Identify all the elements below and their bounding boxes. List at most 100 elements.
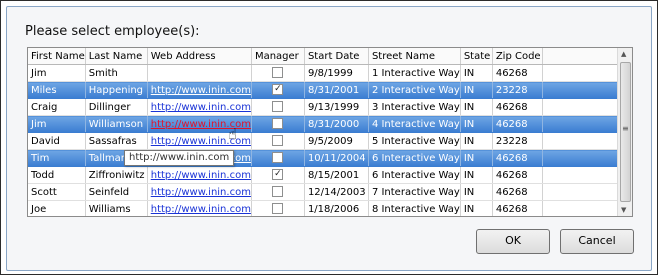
manager-checkbox[interactable] (272, 135, 284, 147)
window-frame: Please select employee(s): First Name Las… (0, 0, 658, 275)
cell-last-name: Happening (85, 81, 148, 99)
web-address-link[interactable]: http://www.inin.com (147, 98, 252, 116)
cell-last-name: Williams (85, 200, 148, 216)
manager-checkbox[interactable] (272, 67, 284, 79)
cell-filler (542, 166, 621, 184)
vertical-scrollbar[interactable]: ▲ ≡ ▼ (617, 48, 632, 216)
cell-state: IN (460, 81, 493, 99)
column-header-last-name[interactable]: Last Name (85, 48, 148, 65)
cell-first-name: Scott (28, 183, 86, 201)
cell-manager (251, 98, 305, 116)
employee-row[interactable]: David Sassafras http://www.inin.com 9/5/200… (28, 132, 621, 150)
scroll-thumb[interactable]: ≡ (620, 62, 631, 202)
manager-checkbox[interactable] (272, 152, 284, 164)
cell-start-date: 12/14/2003 (304, 183, 369, 201)
column-header-zip-code[interactable]: Zip Code (492, 48, 543, 65)
cell-state: IN (460, 183, 493, 201)
cell-manager (251, 64, 305, 82)
cell-street-name: 1 Interactive Way (368, 64, 461, 82)
cell-start-date: 9/13/1999 (304, 98, 369, 116)
column-header-first-name[interactable]: First Name (28, 48, 86, 65)
employee-row[interactable]: Scott Seinfeld http://www.inin.com 12/14/20… (28, 183, 621, 201)
cell-filler (542, 81, 621, 99)
cell-first-name: Jim (28, 64, 86, 82)
cell-filler (542, 149, 621, 167)
cell-street-name: 6 Interactive Way (368, 149, 461, 167)
cell-manager: ✓ (251, 81, 305, 99)
cell-start-date: 9/5/2009 (304, 132, 369, 150)
cell-first-name: Tim (28, 149, 86, 167)
cell-manager (251, 115, 305, 133)
cell-first-name: Craig (28, 98, 86, 116)
cell-manager (251, 183, 305, 201)
employee-row[interactable]: Joe Williams http://www.inin.com 1/18/2006 8… (28, 200, 621, 216)
manager-checkbox[interactable] (272, 101, 284, 113)
column-header-start-date[interactable]: Start Date (304, 48, 369, 65)
employee-grid[interactable]: First Name Last Name Web Address Manager Sta… (27, 47, 633, 217)
web-address-link[interactable]: http://www.inin.com (147, 81, 252, 99)
employee-row[interactable]: Jim Smith 9/8/1999 1 Interactive Way IN 46268 (28, 64, 621, 82)
column-header-web-address[interactable]: Web Address (147, 48, 252, 65)
manager-checkbox[interactable] (272, 118, 284, 130)
cell-filler (542, 98, 621, 116)
cell-state: IN (460, 149, 493, 167)
employee-table: First Name Last Name Web Address Manager Sta… (28, 48, 621, 216)
cell-zip-code: 46268 (492, 200, 543, 216)
column-header-street-name[interactable]: Street Name (368, 48, 461, 65)
grip-icon: ≡ (622, 124, 629, 133)
web-address-link[interactable]: http://www.inin.com (147, 200, 252, 216)
cancel-button[interactable]: Cancel (560, 229, 634, 254)
cell-first-name: Joe (28, 200, 86, 216)
scroll-down-icon[interactable]: ▼ (621, 206, 626, 214)
cell-first-name: Todd (28, 166, 86, 184)
cell-filler (542, 132, 621, 150)
column-header-filler (542, 48, 621, 65)
cell-manager (251, 149, 305, 167)
ok-button[interactable]: OK (476, 229, 550, 254)
cell-street-name: 2 Interactive Way (368, 81, 461, 99)
cell-last-name: Sassafras (85, 132, 148, 150)
cell-zip-code: 46268 (492, 149, 543, 167)
cell-state: IN (460, 115, 493, 133)
manager-checkbox[interactable]: ✓ (272, 169, 284, 181)
cell-zip-code: 46268 (492, 98, 543, 116)
cell-filler (542, 64, 621, 82)
cell-zip-code: 46268 (492, 64, 543, 82)
cell-zip-code: 46268 (492, 183, 543, 201)
manager-checkbox[interactable] (272, 203, 284, 215)
hand-cursor-icon: ☝ (228, 125, 238, 143)
cell-first-name: Miles (28, 81, 86, 99)
cell-state: IN (460, 98, 493, 116)
cell-start-date: 8/31/2001 (304, 81, 369, 99)
web-address-link[interactable]: http://www.inin.com (147, 183, 252, 201)
employee-row[interactable]: Jim Williamson http://www.inin.com 8/31/200… (28, 115, 621, 133)
cell-last-name: Smith (85, 64, 148, 82)
column-header-state[interactable]: State (460, 48, 493, 65)
checkmark-icon: ✓ (274, 84, 282, 95)
header-row: First Name Last Name Web Address Manager Sta… (28, 48, 621, 65)
cell-start-date: 8/15/2001 (304, 166, 369, 184)
cell-last-name: Williamson (85, 115, 148, 133)
cell-street-name: 5 Interactive Way (368, 132, 461, 150)
cell-zip-code: 23228 (492, 81, 543, 99)
cell-street-name: 3 Interactive Way (368, 98, 461, 116)
grid-body: Jim Smith 9/8/1999 1 Interactive Way IN 46268… (28, 64, 621, 216)
web-address-link (147, 64, 252, 82)
cell-state: IN (460, 200, 493, 216)
manager-checkbox[interactable] (272, 186, 284, 198)
cell-filler (542, 200, 621, 216)
manager-checkbox[interactable]: ✓ (272, 84, 284, 96)
cell-manager: ✓ (251, 166, 305, 184)
checkmark-icon: ✓ (274, 169, 282, 180)
employee-row[interactable]: Craig Dillinger http://www.inin.com 9/13/19… (28, 98, 621, 116)
cell-filler (542, 115, 621, 133)
cell-start-date: 8/31/2000 (304, 115, 369, 133)
employee-row[interactable]: TimTallmanhttp://www.inin.com10/11/20046… (28, 149, 621, 167)
web-address-link[interactable]: http://www.inin.com (147, 166, 252, 184)
cell-last-name: Dillinger (85, 98, 148, 116)
column-header-manager[interactable]: Manager (251, 48, 305, 65)
employee-row[interactable]: Miles Happening http://www.inin.com ✓ 8/31/2… (28, 81, 621, 99)
employee-select-dialog: Please select employee(s): First Name Las… (6, 6, 652, 271)
scroll-up-icon[interactable]: ▲ (621, 50, 626, 58)
employee-row[interactable]: Todd Ziffroniwitz http://www.inin.com ✓ 8/15… (28, 166, 621, 184)
